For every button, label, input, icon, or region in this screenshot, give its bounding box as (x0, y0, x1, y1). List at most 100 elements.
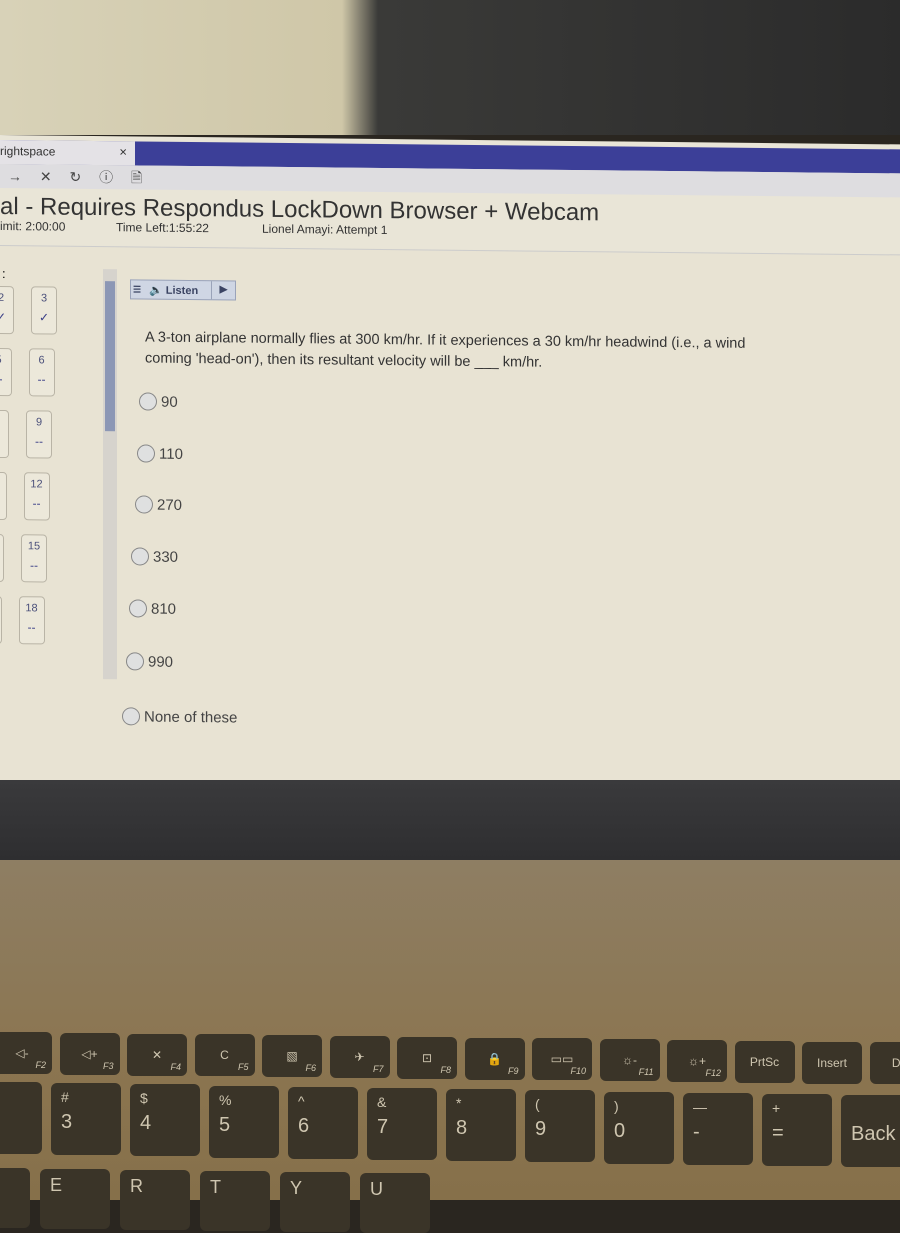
key-label: - (693, 1121, 700, 1144)
function-key[interactable]: ▭▭F10 (532, 1038, 592, 1080)
question-nav-cell[interactable]: 18-- (19, 596, 45, 644)
laptop-screen: rightspace × → ✕ ↻ ⓘ 🗎 al - Requires Res… (0, 135, 900, 789)
question-status: - (0, 434, 8, 448)
letter-key[interactable]: T (200, 1171, 270, 1231)
question-nav-cell[interactable]: 15-- (21, 534, 47, 582)
close-tab-icon[interactable]: × (119, 144, 127, 159)
radio-button[interactable] (131, 547, 149, 565)
question-nav-cell[interactable]: 6-- (29, 348, 55, 396)
fn-label: F10 (570, 1066, 586, 1076)
number-key[interactable]: #3 (51, 1083, 121, 1155)
stop-icon[interactable]: ✕ (40, 168, 52, 184)
qnav-label: : (2, 266, 6, 281)
answer-option[interactable]: 810 (129, 599, 176, 617)
key-shift-label: * (456, 1095, 461, 1111)
option-label: 90 (161, 393, 178, 410)
letter-key[interactable]: U (360, 1173, 430, 1233)
radio-button[interactable] (135, 495, 153, 513)
number-key[interactable]: &7 (367, 1088, 437, 1160)
number-key[interactable]: Back (841, 1095, 900, 1167)
question-nav-cell[interactable]: 9-- (26, 410, 52, 458)
answer-option[interactable]: 330 (131, 547, 178, 565)
key-shift-label: ) (614, 1098, 619, 1114)
key-label: 6 (298, 1115, 309, 1138)
key-icon: ◁- (0, 1046, 52, 1060)
key-label: E (50, 1175, 62, 1196)
key-shift-label: ^ (298, 1093, 305, 1109)
keyboard: ◁-F2◁+F3✕F4CF5▧F6✈F7⊡F8🔒F9▭▭F10☼-F11☼+F1… (0, 860, 900, 1200)
info-icon[interactable]: ⓘ (99, 169, 113, 185)
letter-key[interactable] (0, 1168, 30, 1228)
number-key[interactable]: %5 (209, 1086, 279, 1158)
play-icon[interactable]: ▶ (211, 281, 235, 299)
question-nav-cell[interactable]: 8- (0, 410, 9, 458)
function-key[interactable]: ⊡F8 (397, 1037, 457, 1079)
function-key[interactable]: PrtSc (735, 1041, 795, 1083)
forward-icon[interactable]: → (8, 168, 22, 184)
radio-button[interactable] (137, 444, 155, 462)
question-nav-cell[interactable] (0, 596, 2, 644)
number-key[interactable]: @ (0, 1082, 42, 1154)
question-nav-cell[interactable]: 3✓ (31, 286, 57, 334)
function-key[interactable]: ☼-F11 (600, 1039, 660, 1081)
function-key[interactable]: De (870, 1042, 900, 1084)
scroll-thumb[interactable] (105, 281, 115, 431)
radio-button[interactable] (129, 599, 147, 617)
function-key[interactable]: ▧F6 (262, 1035, 322, 1077)
letter-key[interactable]: Y (280, 1172, 350, 1232)
answer-option[interactable]: 270 (135, 495, 182, 513)
number-key[interactable]: )0 (604, 1092, 674, 1164)
number-key[interactable]: —- (683, 1093, 753, 1165)
letter-key[interactable]: R (120, 1170, 190, 1230)
question-nav-cell[interactable]: 5-- (0, 348, 12, 396)
key-shift-label: + (772, 1100, 780, 1116)
reload-icon[interactable]: ↻ (70, 169, 82, 185)
function-key[interactable]: Insert (802, 1042, 862, 1084)
key-label: R (130, 1176, 143, 1197)
function-key[interactable]: ◁-F2 (0, 1032, 52, 1074)
listen-button[interactable]: ☰ 🔈 Listen ▶ (130, 279, 236, 300)
key-shift-label: & (377, 1094, 386, 1110)
answer-option[interactable]: None of these (122, 707, 237, 726)
key-label: 9 (535, 1118, 546, 1141)
key-label: 8 (456, 1117, 467, 1140)
question-nav-cell[interactable]: 2✓ (0, 286, 14, 334)
letter-key[interactable]: E (40, 1169, 110, 1229)
browser-tab[interactable]: rightspace × (0, 140, 135, 165)
number-key[interactable]: *8 (446, 1089, 516, 1161)
tab-label: rightspace (0, 144, 55, 159)
question-nav-cell[interactable]: 12-- (24, 472, 50, 520)
question-nav-cell[interactable] (0, 534, 4, 582)
number-key[interactable]: $4 (130, 1084, 200, 1156)
function-key[interactable]: ✕F4 (127, 1034, 187, 1076)
menu-icon: ☰ (133, 284, 141, 295)
number-key[interactable]: += (762, 1094, 832, 1166)
key-label: 4 (140, 1112, 151, 1135)
function-key[interactable]: CF5 (195, 1034, 255, 1076)
question-status: -- (27, 434, 51, 448)
key-label: U (370, 1179, 383, 1200)
radio-button[interactable] (126, 652, 144, 670)
question-nav-cell[interactable]: 1- (0, 472, 7, 520)
answer-option[interactable]: 110 (137, 444, 183, 462)
number-key[interactable]: (9 (525, 1090, 595, 1162)
question-status: ✓ (32, 310, 56, 324)
function-key[interactable]: ◁+F3 (60, 1033, 120, 1075)
time-limit: imit: 2:00:00 (0, 219, 65, 234)
answer-option[interactable]: 990 (126, 652, 173, 670)
answer-option[interactable]: 90 (139, 392, 178, 410)
document-icon[interactable]: 🗎 (131, 169, 142, 185)
radio-button[interactable] (122, 707, 140, 725)
scrollbar[interactable] (103, 269, 117, 679)
key-icon: ☼- (600, 1053, 660, 1067)
question-text: A 3-ton airplane normally flies at 300 k… (145, 328, 785, 377)
function-key[interactable]: ☼+F12 (667, 1040, 727, 1082)
option-label: 990 (148, 653, 173, 670)
function-key[interactable]: ✈F7 (330, 1036, 390, 1078)
number-key[interactable]: ^6 (288, 1087, 358, 1159)
radio-button[interactable] (139, 392, 157, 410)
key-label: 5 (219, 1114, 230, 1137)
quiz-content: : 2✓ 3✓ 5-- 6-- 8- 9-- 1- 12-- 15-- 18-- ☰ 🔈 List… (0, 245, 900, 789)
function-key[interactable]: 🔒F9 (465, 1038, 525, 1080)
option-label: 810 (151, 600, 176, 617)
